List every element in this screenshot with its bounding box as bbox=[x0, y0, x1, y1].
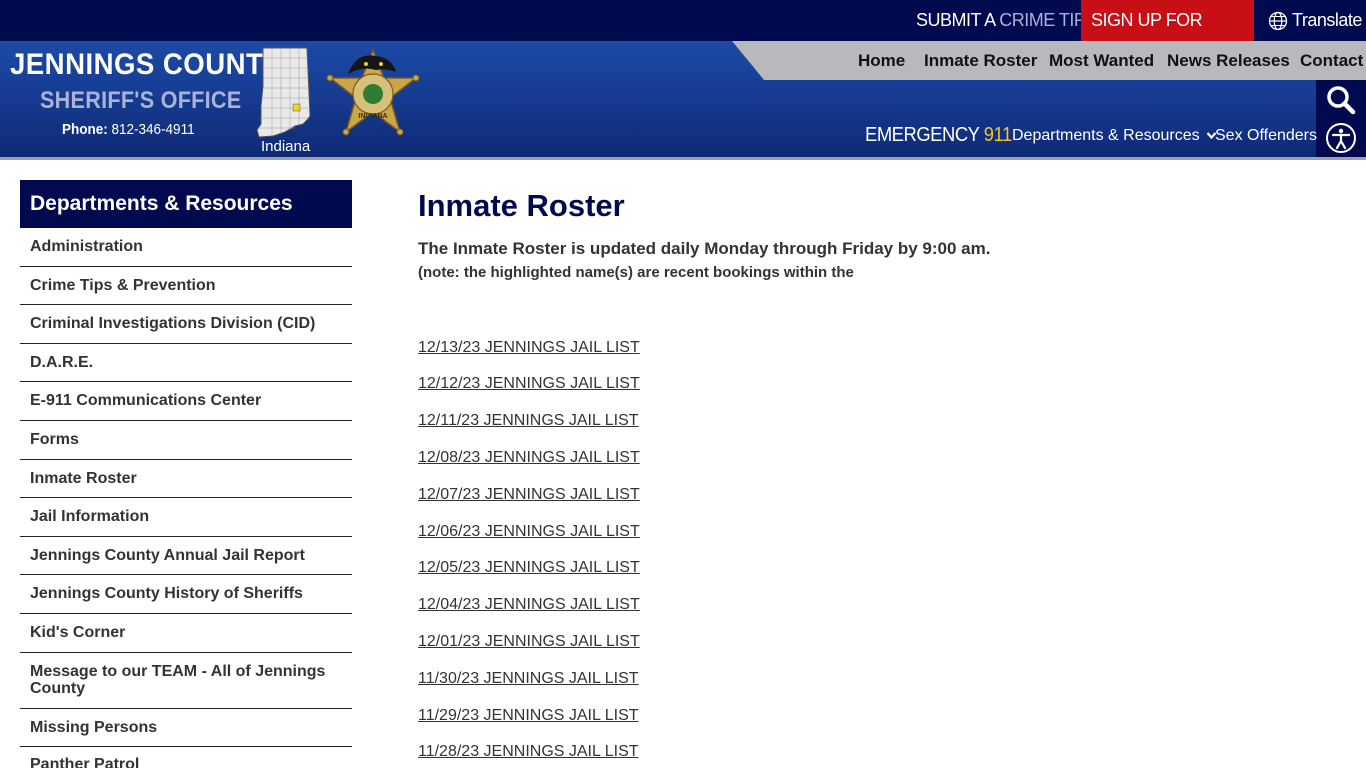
brand-title: JENNINGS COUNTY bbox=[10, 48, 283, 81]
brand-phone: Phone: 812-346-4911 bbox=[62, 121, 195, 138]
phone-label: Phone: bbox=[62, 121, 108, 138]
jail-list-link[interactable]: 12/06/23 JENNINGS JAIL LIST bbox=[418, 523, 640, 541]
jail-list-link[interactable]: 12/05/23 JENNINGS JAIL LIST bbox=[418, 559, 640, 577]
jail-list-link[interactable]: 12/11/23 JENNINGS JAIL LIST bbox=[418, 412, 639, 430]
sidebar-item-jail-information[interactable]: Jail Information bbox=[20, 498, 352, 537]
sheriff-badge-icon: INDIANA bbox=[326, 48, 420, 136]
sidebar-item-e911[interactable]: E-911 Communications Center bbox=[20, 382, 352, 421]
indiana-map-label: Indiana bbox=[261, 138, 311, 155]
jail-list-link[interactable]: 11/28/23 JENNINGS JAIL LIST bbox=[418, 743, 639, 761]
sidebar-item-annual-jail-report[interactable]: Jennings County Annual Jail Report bbox=[20, 537, 352, 575]
header-divider bbox=[0, 157, 1366, 160]
jail-list-link[interactable]: 12/01/23 JENNINGS JAIL LIST bbox=[418, 633, 640, 651]
emergency-number: 911 bbox=[983, 124, 1012, 146]
roster-intro-text: The Inmate Roster is updated daily Monda… bbox=[418, 239, 991, 258]
submit-crime-tip-link[interactable]: SUBMIT A CRIME TIP❯ bbox=[916, 0, 1103, 41]
sidebar-item-message-to-team[interactable]: Message to our TEAM - All of Jennings Co… bbox=[20, 653, 352, 709]
departments-dropdown[interactable]: Departments & Resources bbox=[1012, 127, 1217, 145]
accessibility-icon bbox=[1326, 123, 1356, 153]
sidebar-item-kids-corner[interactable]: Kid's Corner bbox=[20, 614, 352, 653]
nav-contact[interactable]: Contact bbox=[1300, 41, 1363, 80]
translate-label: Translate bbox=[1292, 10, 1362, 30]
crime-tip-prefix: SUBMIT A bbox=[916, 10, 995, 30]
phone-number: 812-346-4911 bbox=[111, 121, 195, 138]
sidebar-item-forms[interactable]: Forms bbox=[20, 421, 352, 460]
roster-note-text: (note: the highlighted name(s) are recen… bbox=[418, 264, 854, 281]
jail-list-link[interactable]: 12/12/23 JENNINGS JAIL LIST bbox=[418, 375, 640, 393]
sidebar-item-missing-persons[interactable]: Missing Persons bbox=[20, 709, 352, 747]
sidebar-item-panther-patrol[interactable]: Panther Patrol bbox=[20, 747, 352, 768]
translate-button[interactable]: Translate bbox=[1268, 0, 1362, 41]
crime-tip-suffix: CRIME TIP bbox=[999, 10, 1086, 30]
nav-home[interactable]: Home bbox=[858, 41, 905, 80]
page-title: Inmate Roster bbox=[418, 188, 625, 223]
sidebar-item-inmate-roster[interactable]: Inmate Roster bbox=[20, 460, 352, 498]
nav-news-releases[interactable]: News Releases bbox=[1167, 41, 1290, 80]
sign-up-alerts-link[interactable]: SIGN UP FOR ALERTS❯ bbox=[1081, 0, 1254, 71]
sidebar-item-history-of-sheriffs[interactable]: Jennings County History of Sheriffs bbox=[20, 575, 352, 614]
sidebar-item-crime-tips[interactable]: Crime Tips & Prevention bbox=[20, 267, 352, 305]
emergency-911-link[interactable]: EMERGENCY 911 bbox=[865, 124, 1012, 147]
jail-list-link[interactable]: 12/13/23 JENNINGS JAIL LIST bbox=[418, 339, 640, 357]
indiana-map-icon bbox=[256, 47, 311, 138]
nav-most-wanted[interactable]: Most Wanted bbox=[1049, 41, 1154, 80]
sex-offenders-link[interactable]: Sex Offenders bbox=[1215, 127, 1317, 145]
globe-icon bbox=[1268, 12, 1288, 31]
jail-list-link[interactable]: 12/08/23 JENNINGS JAIL LIST bbox=[418, 449, 640, 467]
jail-list-link[interactable]: 11/29/23 JENNINGS JAIL LIST bbox=[418, 707, 639, 725]
nav-inmate-roster[interactable]: Inmate Roster bbox=[924, 41, 1037, 80]
departments-label: Departments & Resources bbox=[1012, 127, 1200, 144]
emergency-label: EMERGENCY bbox=[865, 124, 980, 146]
search-button[interactable] bbox=[1316, 80, 1366, 120]
jail-list-link[interactable]: 11/30/23 JENNINGS JAIL LIST bbox=[418, 670, 639, 688]
search-icon bbox=[1327, 86, 1356, 115]
sidebar-item-cid[interactable]: Criminal Investigations Division (CID) bbox=[20, 305, 352, 344]
sidebar-item-administration[interactable]: Administration bbox=[20, 228, 352, 267]
jail-list-link[interactable]: 12/04/23 JENNINGS JAIL LIST bbox=[418, 596, 640, 614]
sidebar-item-dare[interactable]: D.A.R.E. bbox=[20, 344, 352, 382]
accessibility-button[interactable] bbox=[1316, 120, 1366, 157]
badge-text: INDIANA bbox=[358, 113, 387, 120]
jail-list-link[interactable]: 12/07/23 JENNINGS JAIL LIST bbox=[418, 486, 640, 504]
brand-subtitle: SHERIFF'S OFFICE bbox=[40, 87, 242, 114]
sidebar-heading: Departments & Resources bbox=[20, 180, 352, 228]
